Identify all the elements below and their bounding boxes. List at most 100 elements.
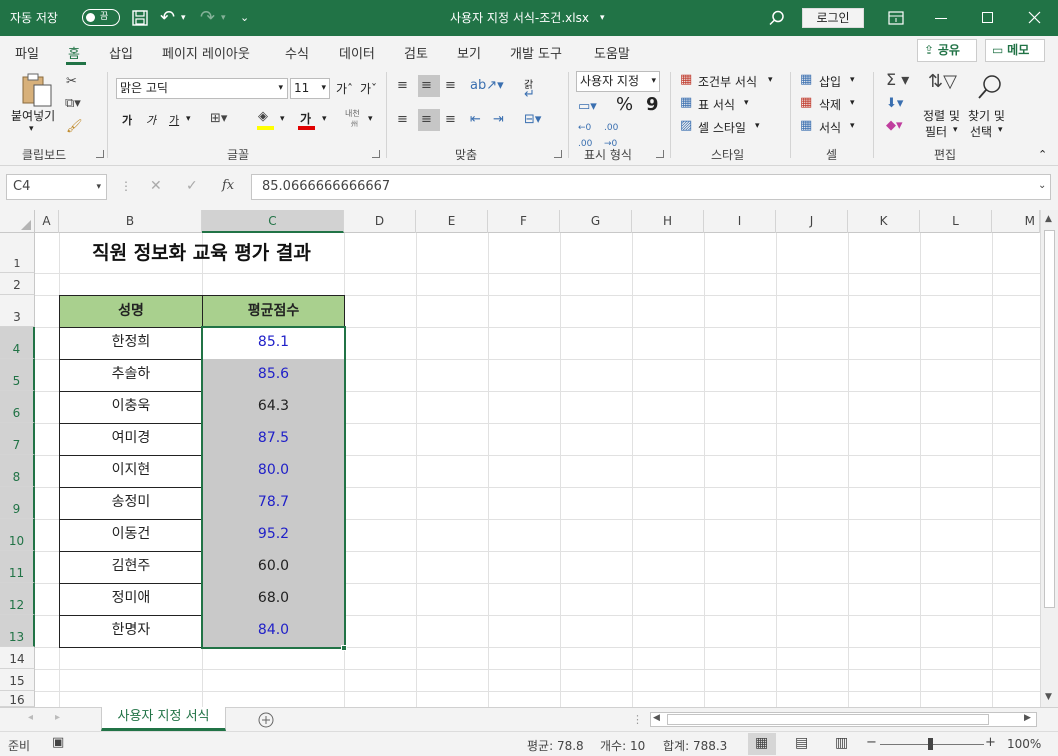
- next-sheet-icon[interactable]: ▸: [55, 712, 60, 723]
- accessibility-icon[interactable]: ▣: [52, 735, 64, 750]
- column-header-m[interactable]: M: [992, 210, 1040, 233]
- font-name-select[interactable]: 맑은 고딕 ▾: [116, 78, 288, 99]
- ribbon-display-icon[interactable]: [888, 11, 904, 25]
- comments-button[interactable]: ▭ 메모: [985, 39, 1045, 62]
- alignment-launcher-icon[interactable]: [554, 150, 562, 158]
- name-cell[interactable]: 한명자: [59, 615, 203, 648]
- search-icon[interactable]: [769, 10, 785, 26]
- chevron-down-icon[interactable]: ▾: [850, 75, 855, 85]
- tab-split-grip-icon[interactable]: ⋮: [632, 713, 643, 726]
- page-break-view-icon[interactable]: ▥: [835, 735, 848, 751]
- expand-formula-icon[interactable]: ⌄: [1038, 180, 1046, 191]
- format-painter-icon[interactable]: 🖌: [66, 119, 83, 135]
- cancel-entry-icon[interactable]: ✕: [150, 178, 162, 194]
- row-header-13[interactable]: 13: [0, 615, 35, 647]
- chevron-down-icon[interactable]: ▾: [850, 121, 855, 131]
- number-launcher-icon[interactable]: [656, 150, 664, 158]
- close-icon[interactable]: [1028, 11, 1041, 24]
- save-icon[interactable]: [132, 10, 148, 26]
- normal-view-icon[interactable]: ▦: [755, 735, 768, 751]
- orientation-icon[interactable]: ab↗▾: [470, 78, 504, 94]
- autosum-icon[interactable]: Σ ▾: [886, 72, 909, 88]
- login-button[interactable]: 로그인: [802, 8, 864, 28]
- row-header-16[interactable]: 16: [0, 691, 35, 707]
- underline-dropdown-icon[interactable]: ▾: [186, 114, 191, 124]
- chevron-down-icon[interactable]: ▾: [768, 75, 773, 85]
- bold-button[interactable]: 가: [122, 112, 132, 128]
- row-header-12[interactable]: 12: [0, 583, 35, 615]
- vertical-scrollbar[interactable]: ▲ ▼: [1040, 210, 1058, 707]
- underline-button[interactable]: 가: [169, 112, 179, 128]
- name-box[interactable]: C4 ▾: [6, 174, 107, 200]
- align-center-icon[interactable]: ≡: [421, 112, 432, 128]
- number-format-select[interactable]: 사용자 지정 ▾: [576, 71, 660, 92]
- paste-label[interactable]: 붙여넣기: [11, 107, 55, 124]
- scroll-left-icon[interactable]: ◀: [653, 713, 660, 723]
- undo-icon[interactable]: ↶: [160, 0, 175, 36]
- zoom-slider-thumb[interactable]: [928, 738, 933, 750]
- fill-icon[interactable]: ⬇▾: [886, 96, 903, 112]
- column-header-i[interactable]: I: [704, 210, 776, 233]
- row-header-14[interactable]: 14: [0, 647, 35, 669]
- format-table-button[interactable]: 표 서식: [698, 96, 735, 113]
- column-header-c[interactable]: C: [202, 210, 344, 233]
- column-header-b[interactable]: B: [59, 210, 202, 233]
- prev-sheet-icon[interactable]: ◂: [28, 712, 33, 723]
- chevron-down-icon[interactable]: ▾: [953, 125, 958, 135]
- confirm-entry-icon[interactable]: ✓: [186, 178, 198, 194]
- chevron-down-icon[interactable]: ▾: [755, 121, 760, 131]
- customize-toolbar-icon[interactable]: ⌄: [240, 0, 249, 36]
- column-header-h[interactable]: H: [632, 210, 704, 233]
- copy-icon[interactable]: ⧉▾: [65, 96, 81, 112]
- horizontal-scroll-thumb[interactable]: [667, 714, 989, 725]
- column-header-a[interactable]: A: [35, 210, 59, 233]
- tab-home[interactable]: 홈: [68, 43, 80, 62]
- phonetic-button[interactable]: 내천: [345, 108, 360, 119]
- row-header-11[interactable]: 11: [0, 551, 35, 583]
- sort-filter-button[interactable]: 정렬 및: [923, 107, 960, 124]
- row-header-4[interactable]: 4: [0, 327, 35, 359]
- name-cell[interactable]: 여미경: [59, 423, 203, 456]
- row-header-7[interactable]: 7: [0, 423, 35, 455]
- minimize-icon[interactable]: [935, 18, 947, 19]
- horizontal-scrollbar[interactable]: ◀ ▶: [650, 712, 1037, 727]
- title-dropdown-icon[interactable]: ▾: [600, 0, 605, 36]
- clipboard-launcher-icon[interactable]: [96, 150, 104, 158]
- redo-icon[interactable]: ↷: [200, 0, 215, 36]
- tab-formulas[interactable]: 수식: [285, 43, 309, 62]
- document-title[interactable]: 사용자 지정 서식-조건.xlsx: [450, 0, 589, 36]
- score-cell[interactable]: 95.2: [202, 519, 345, 552]
- formula-input[interactable]: 85.0666666666667: [251, 174, 1051, 200]
- align-right-icon[interactable]: ≡: [445, 112, 456, 128]
- row-header-8[interactable]: 8: [0, 455, 35, 487]
- name-cell[interactable]: 이충욱: [59, 391, 203, 424]
- row-header-9[interactable]: 9: [0, 487, 35, 519]
- score-cell[interactable]: 85.6: [202, 359, 345, 392]
- row-header-10[interactable]: 10: [0, 519, 35, 551]
- fill-color-icon[interactable]: ◈: [258, 109, 268, 125]
- chevron-down-icon[interactable]: ▾: [744, 98, 749, 108]
- align-left-icon[interactable]: ≡: [397, 112, 408, 128]
- column-header-f[interactable]: F: [488, 210, 560, 233]
- chevron-down-icon[interactable]: ▾: [850, 98, 855, 108]
- scroll-up-icon[interactable]: ▲: [1045, 214, 1052, 224]
- chevron-down-icon[interactable]: ▾: [998, 125, 1003, 135]
- share-button[interactable]: ⇪ 공유: [917, 39, 977, 62]
- column-header-g[interactable]: G: [560, 210, 632, 233]
- add-sheet-icon[interactable]: [258, 712, 274, 728]
- paste-icon[interactable]: [20, 72, 54, 108]
- row-header-6[interactable]: 6: [0, 391, 35, 423]
- tab-page-layout[interactable]: 페이지 레이아웃: [162, 43, 250, 62]
- borders-icon[interactable]: ⊞▾: [210, 111, 227, 127]
- collapse-ribbon-icon[interactable]: ⌃: [1038, 148, 1047, 161]
- name-cell[interactable]: 이지현: [59, 455, 203, 488]
- row-header-5[interactable]: 5: [0, 359, 35, 391]
- score-cell[interactable]: 68.0: [202, 583, 345, 616]
- cut-icon[interactable]: ✂: [66, 74, 77, 90]
- tab-view[interactable]: 보기: [457, 43, 481, 62]
- align-middle-icon[interactable]: ≡: [421, 78, 432, 94]
- score-cell[interactable]: 60.0: [202, 551, 345, 584]
- sheet-title[interactable]: 직원 정보화 교육 평가 결과: [59, 233, 344, 273]
- zoom-level[interactable]: 100%: [1007, 737, 1041, 751]
- name-cell[interactable]: 정미애: [59, 583, 203, 616]
